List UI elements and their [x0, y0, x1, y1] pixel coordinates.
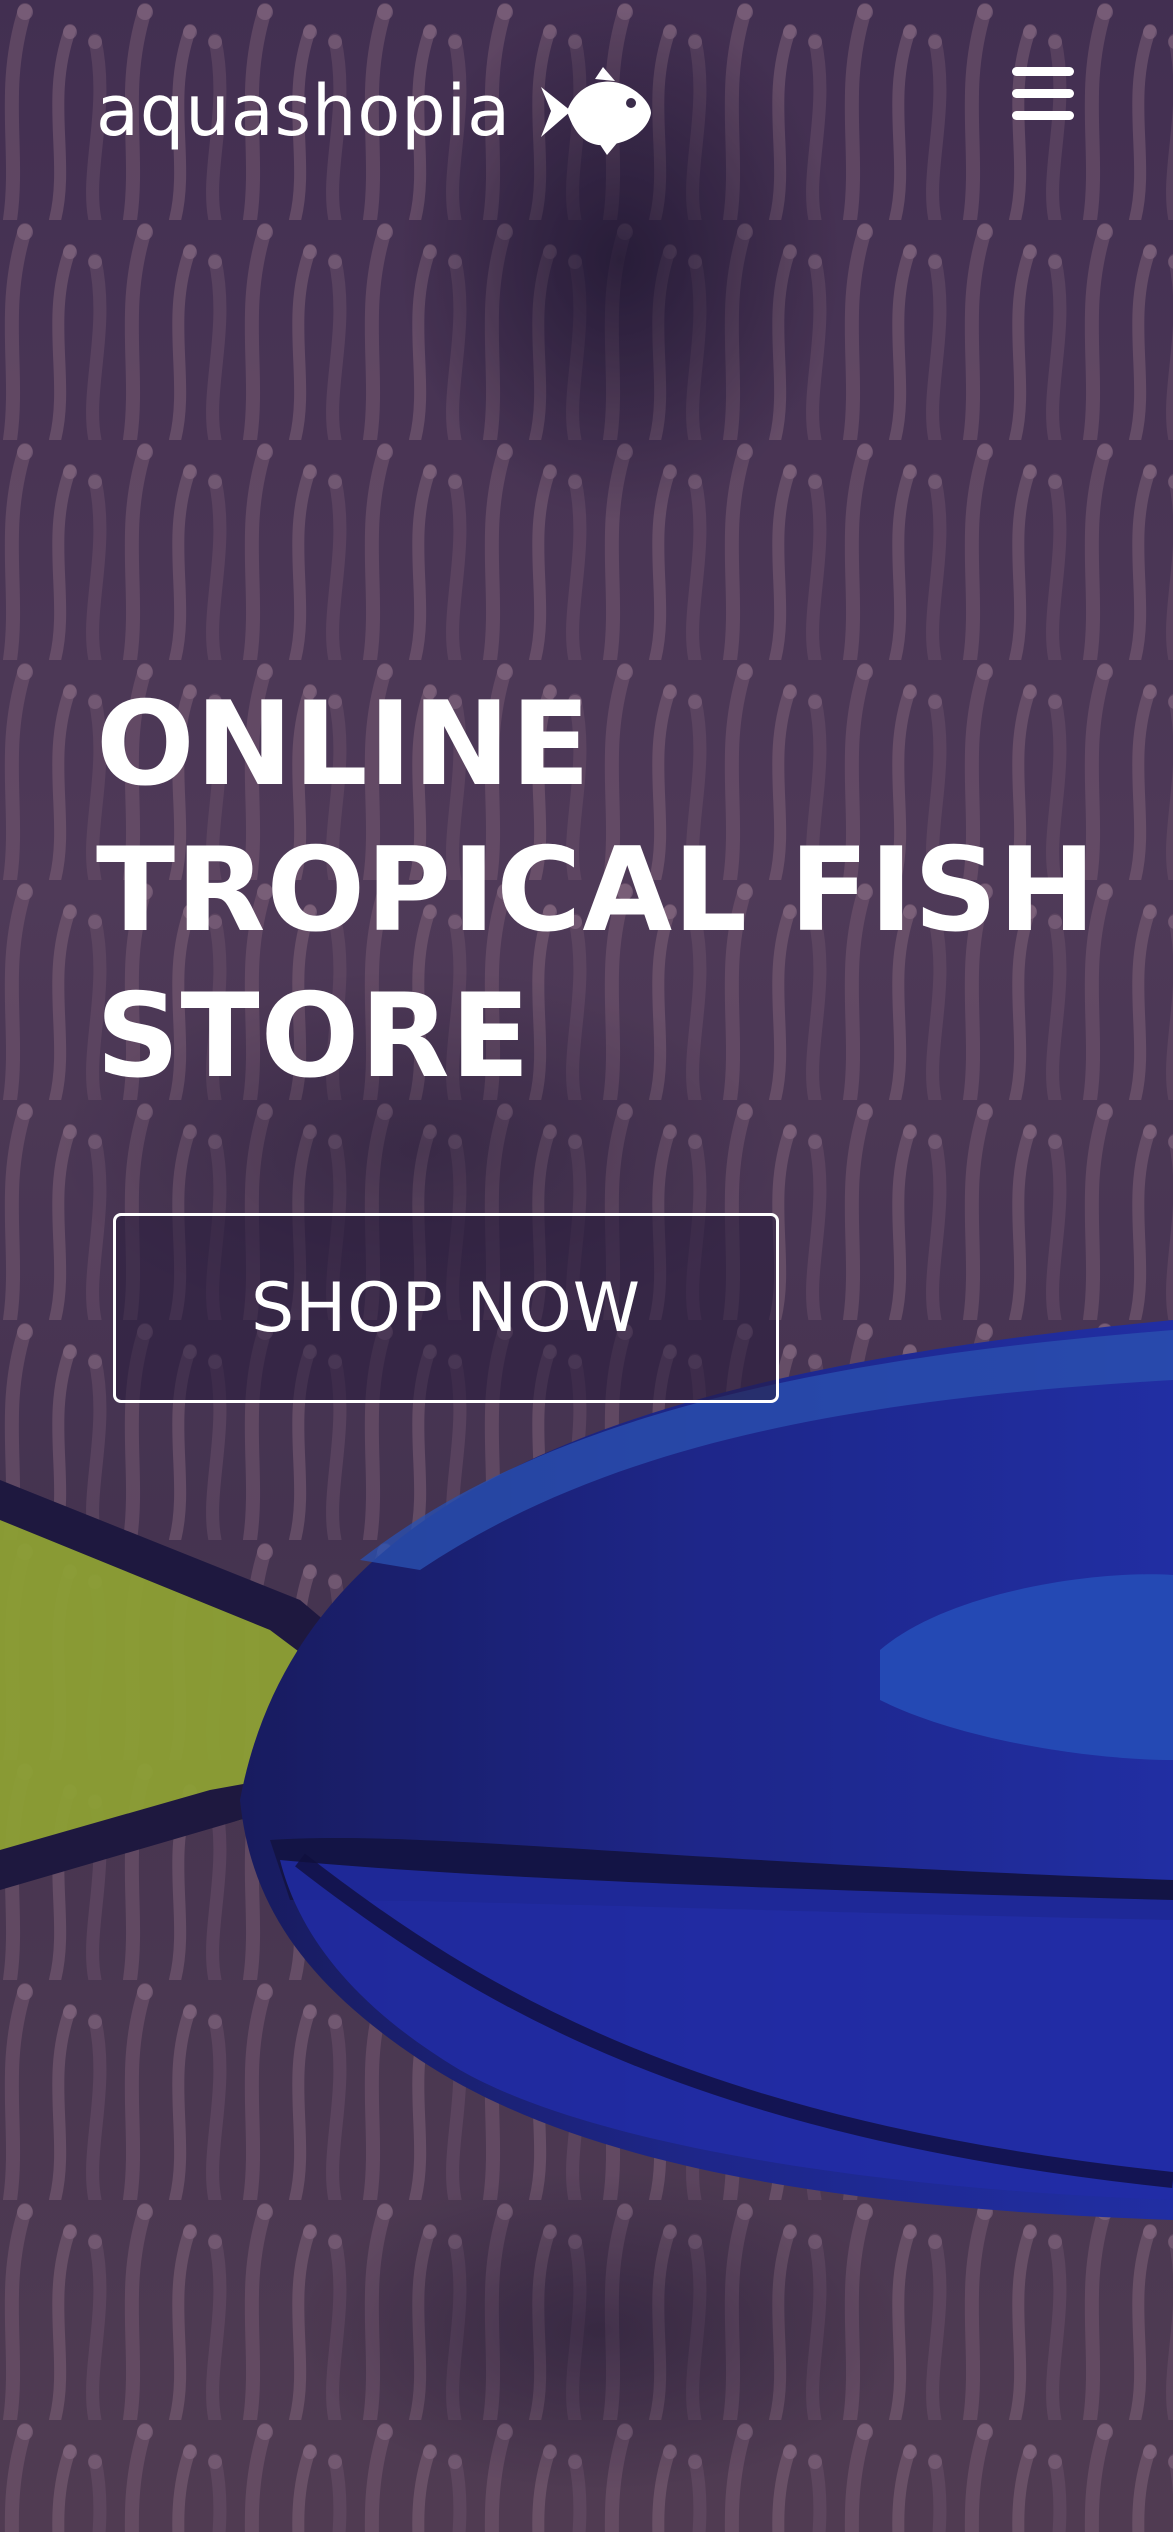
fish-icon — [541, 67, 652, 155]
hero-title-line-1: ONLINE — [96, 677, 592, 812]
brand-logo[interactable]: aquashopia — [96, 56, 653, 166]
hero-title-line-2: TROPICAL FISH — [96, 823, 1097, 958]
shop-now-button[interactable]: SHOP NOW — [113, 1213, 779, 1403]
site-header: aquashopia — [0, 0, 1173, 200]
hamburger-menu-icon[interactable] — [1010, 64, 1080, 124]
hero-title: ONLINE TROPICAL FISH STORE — [96, 672, 1136, 1110]
hero-title-line-3: STORE — [96, 969, 531, 1104]
brand-name: aquashopia — [96, 70, 512, 152]
